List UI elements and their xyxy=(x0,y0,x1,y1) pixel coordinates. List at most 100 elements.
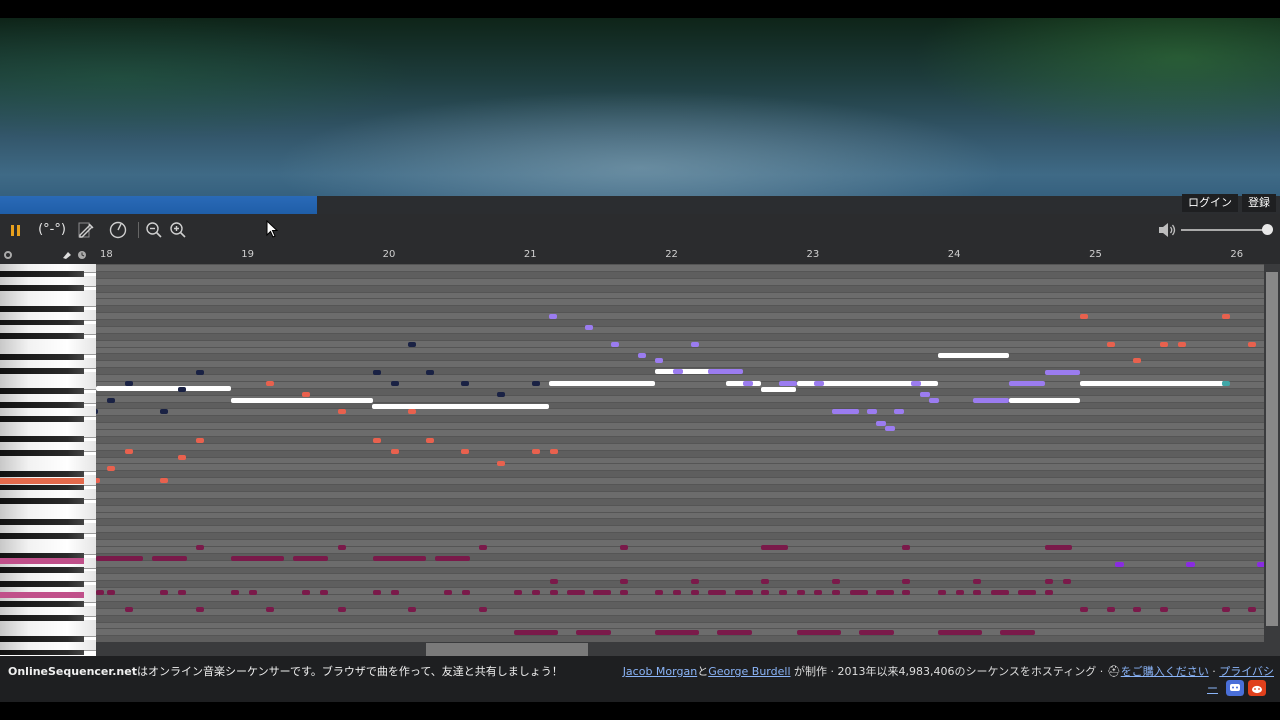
note-block[interactable] xyxy=(859,629,894,635)
note-block[interactable] xyxy=(832,408,859,414)
note-block[interactable] xyxy=(96,408,98,414)
note-block[interactable] xyxy=(1080,313,1088,319)
note-block[interactable] xyxy=(1009,397,1080,403)
note-block[interactable] xyxy=(814,589,822,595)
note-block[interactable] xyxy=(973,397,1009,403)
note-block[interactable] xyxy=(620,589,628,595)
note-block[interactable] xyxy=(266,606,274,612)
piano-black-key[interactable] xyxy=(0,367,84,374)
note-block[interactable] xyxy=(876,420,886,426)
note-block[interactable] xyxy=(96,555,143,561)
note-block[interactable] xyxy=(160,408,168,414)
privacy-link-continued[interactable]: ー xyxy=(1207,680,1218,696)
buy-link[interactable]: をご購入ください xyxy=(1121,665,1209,678)
note-block[interactable] xyxy=(107,589,115,595)
note-block[interactable] xyxy=(655,589,663,595)
note-block[interactable] xyxy=(929,397,939,403)
note-block[interactable] xyxy=(178,589,186,595)
note-block[interactable] xyxy=(514,589,522,595)
privacy-link[interactable]: プライバシ xyxy=(1219,665,1274,678)
register-link[interactable]: 登録 xyxy=(1242,194,1276,212)
note-block[interactable] xyxy=(832,578,840,584)
author-link-george[interactable]: George Burdell xyxy=(708,665,790,678)
note-block[interactable] xyxy=(107,397,115,403)
pause-button[interactable] xyxy=(8,220,24,240)
note-block[interactable] xyxy=(338,408,346,414)
note-block[interactable] xyxy=(479,544,487,550)
note-block[interactable] xyxy=(1248,341,1256,347)
zoom-in-button[interactable] xyxy=(168,220,188,240)
note-block[interactable] xyxy=(973,578,981,584)
note-block[interactable] xyxy=(1222,606,1230,612)
piano-black-key[interactable] xyxy=(0,580,84,587)
note-block[interactable] xyxy=(338,606,346,612)
note-block[interactable] xyxy=(408,606,416,612)
note-block[interactable] xyxy=(638,352,646,358)
note-block[interactable] xyxy=(196,606,204,612)
note-block[interactable] xyxy=(107,465,115,471)
note-block[interactable] xyxy=(532,448,540,454)
note-block[interactable] xyxy=(1045,578,1053,584)
note-block[interactable] xyxy=(231,589,239,595)
note-block[interactable] xyxy=(1178,341,1186,347)
note-block[interactable] xyxy=(231,555,284,561)
note-block[interactable] xyxy=(435,555,470,561)
note-block[interactable] xyxy=(444,589,452,595)
volume-icon[interactable] xyxy=(1157,221,1177,239)
note-block[interactable] xyxy=(938,352,1009,358)
note-block[interactable] xyxy=(655,629,699,635)
note-block[interactable] xyxy=(902,578,910,584)
note-block[interactable] xyxy=(735,589,753,595)
note-block[interactable] xyxy=(408,341,416,347)
note-block[interactable] xyxy=(462,589,470,595)
note-block[interactable] xyxy=(373,555,426,561)
note-block[interactable] xyxy=(125,448,133,454)
note-block[interactable] xyxy=(514,629,558,635)
note-block[interactable] xyxy=(479,606,487,612)
note-block[interactable] xyxy=(620,578,628,584)
note-block[interactable] xyxy=(814,380,824,386)
piano-black-key[interactable] xyxy=(0,532,84,539)
note-block[interactable] xyxy=(797,629,841,635)
note-block[interactable] xyxy=(938,629,982,635)
piano-black-key[interactable] xyxy=(0,635,84,642)
note-block[interactable] xyxy=(611,341,619,347)
note-block[interactable] xyxy=(1133,357,1141,363)
note-block[interactable] xyxy=(920,391,930,397)
note-block[interactable] xyxy=(1009,380,1045,386)
note-block[interactable] xyxy=(293,555,328,561)
note-block[interactable] xyxy=(160,477,168,483)
note-block[interactable] xyxy=(96,477,100,483)
note-block[interactable] xyxy=(991,589,1009,595)
note-block[interactable] xyxy=(160,589,168,595)
note-block[interactable] xyxy=(717,629,752,635)
note-block[interactable] xyxy=(391,448,399,454)
piano-black-key[interactable] xyxy=(0,353,84,360)
volume-slider-knob[interactable] xyxy=(1262,224,1273,235)
note-block[interactable] xyxy=(779,380,797,386)
note-block[interactable] xyxy=(761,578,769,584)
note-block[interactable] xyxy=(779,589,787,595)
clock-icon[interactable] xyxy=(77,250,87,260)
horizontal-scrollbar[interactable] xyxy=(96,642,1264,656)
note-block[interactable] xyxy=(620,544,628,550)
piano-black-key[interactable] xyxy=(0,450,84,457)
piano-black-key[interactable] xyxy=(0,436,84,443)
note-block[interactable] xyxy=(585,324,593,330)
note-block[interactable] xyxy=(708,589,726,595)
piano-black-key[interactable] xyxy=(0,470,84,477)
note-block[interactable] xyxy=(461,448,469,454)
note-block[interactable] xyxy=(96,589,104,595)
piano-keyboard[interactable] xyxy=(0,264,96,656)
note-block[interactable] xyxy=(885,425,895,431)
note-block[interactable] xyxy=(1080,380,1224,386)
edit-tool-button[interactable] xyxy=(77,220,97,240)
zoom-out-button[interactable] xyxy=(144,220,164,240)
note-block[interactable] xyxy=(1107,606,1115,612)
piano-black-key[interactable] xyxy=(0,285,84,291)
kaomoji-button[interactable]: (°-°) xyxy=(34,220,70,240)
note-block[interactable] xyxy=(549,380,655,386)
note-block[interactable] xyxy=(426,437,434,443)
note-block[interactable] xyxy=(178,454,186,460)
note-block[interactable] xyxy=(655,357,663,363)
